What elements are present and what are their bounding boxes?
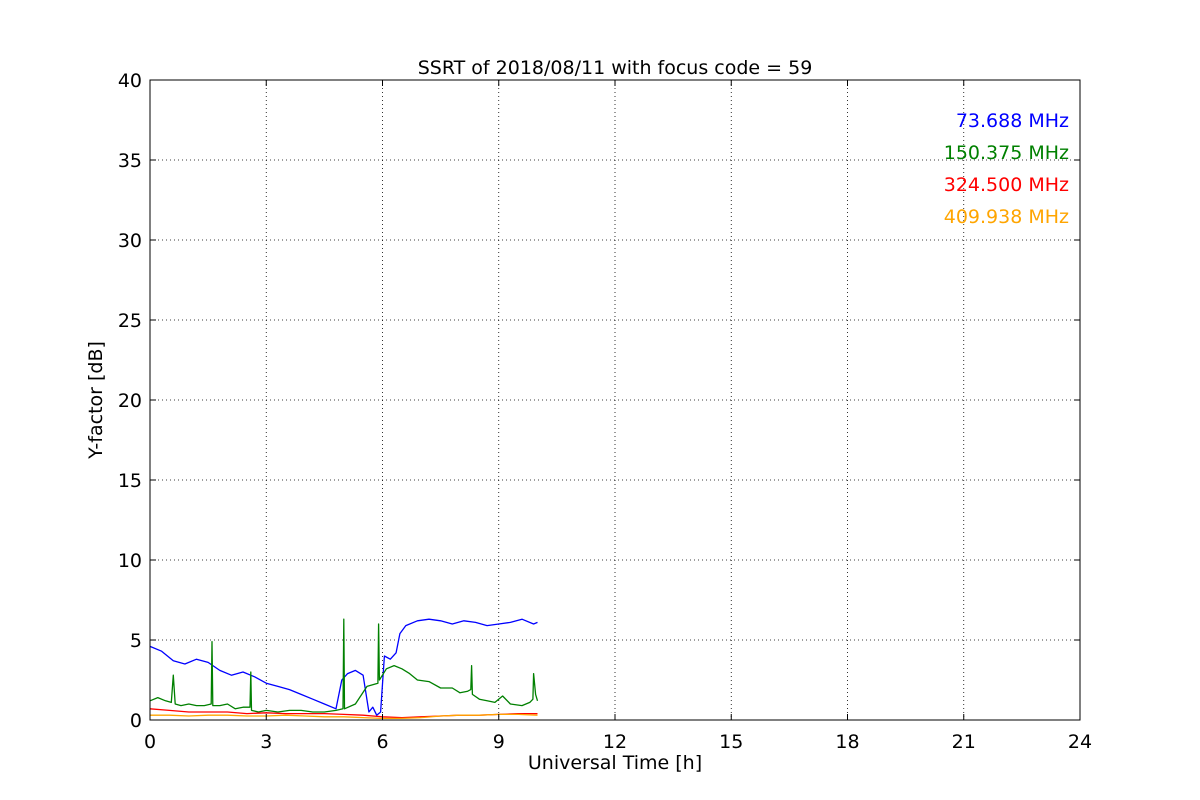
legend-entry-2: 324.500 MHz [944,174,1069,196]
x-tick-label: 12 [603,731,627,753]
legend-entry-1: 150.375 MHz [944,142,1069,164]
y-tick-label: 10 [118,550,142,572]
y-tick-label: 40 [118,70,142,92]
legend-entry-3: 409.938 MHz [944,206,1069,228]
x-tick-label: 18 [835,731,859,753]
x-tick-label: 21 [952,731,976,753]
y-tick-label: 5 [130,630,142,652]
x-tick-label: 3 [260,731,272,753]
x-axis-label: Universal Time [h] [528,752,702,774]
chart-title: SSRT of 2018/08/11 with focus code = 59 [418,57,813,79]
y-axis-label: Y-factor [dB] [85,341,107,460]
x-tick-label: 15 [719,731,743,753]
y-tick-label: 15 [118,470,142,492]
y-tick-label: 25 [118,310,142,332]
x-tick-label: 24 [1068,731,1092,753]
y-tick-label: 35 [118,150,142,172]
legend-entry-0: 73.688 MHz [956,110,1069,132]
x-tick-label: 9 [493,731,505,753]
chart-canvas: SSRT of 2018/08/11 with focus code = 59 … [0,0,1200,800]
y-tick-label: 20 [118,390,142,412]
x-tick-label: 6 [376,731,388,753]
y-tick-label: 0 [130,710,142,732]
x-tick-label: 0 [144,731,156,753]
y-tick-label: 30 [118,230,142,252]
